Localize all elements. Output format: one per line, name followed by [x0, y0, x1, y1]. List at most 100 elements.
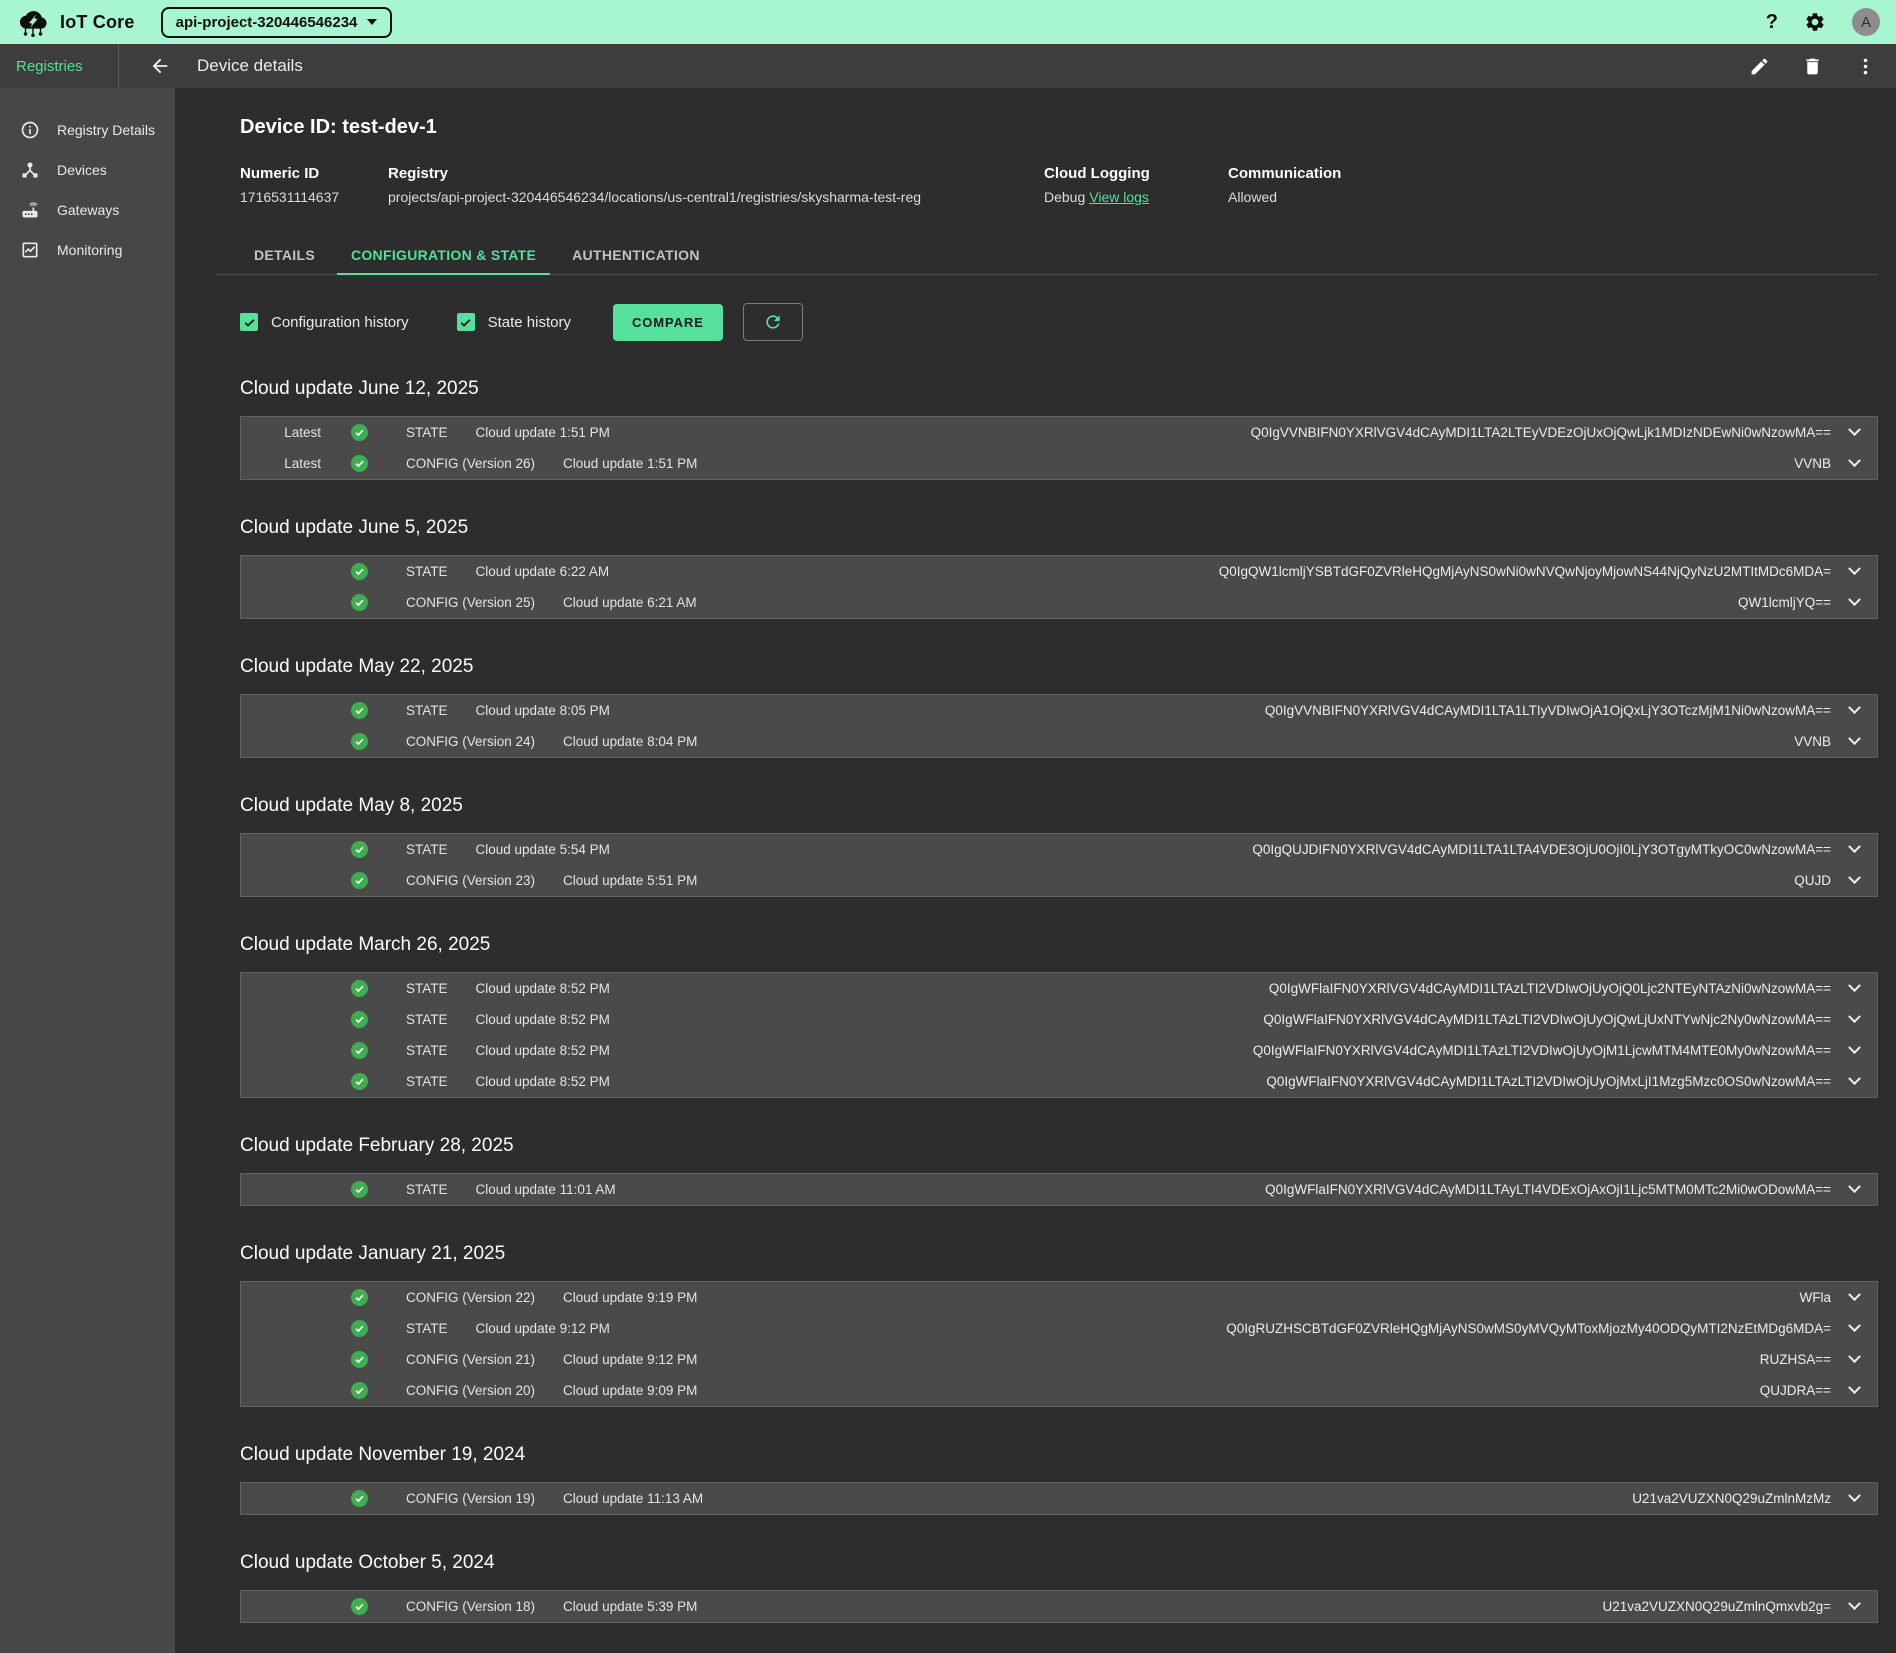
row-type: CONFIG (Version 18): [406, 1599, 535, 1614]
row-time: Cloud update 11:01 AM: [476, 1182, 616, 1197]
help-icon[interactable]: ?: [1766, 11, 1778, 34]
check-circle-icon: [351, 594, 368, 611]
more-vert-icon[interactable]: [1855, 56, 1876, 77]
history-row[interactable]: CONFIG (Version 23) Cloud update 5:51 PM…: [241, 865, 1877, 896]
row-time: Cloud update 11:13 AM: [563, 1491, 703, 1506]
history-row[interactable]: STATE Cloud update 9:12 PM Q0IgRUZHSCBTd…: [241, 1313, 1877, 1344]
expand-chevron-icon[interactable]: [1831, 1077, 1877, 1086]
expand-chevron-icon[interactable]: [1831, 984, 1877, 993]
row-value: QUJD: [1774, 873, 1831, 888]
expand-chevron-icon[interactable]: [1831, 428, 1877, 437]
project-selector[interactable]: api-project-320446546234: [161, 7, 393, 38]
row-type: STATE: [406, 564, 448, 579]
sidebar-item-devices[interactable]: Devices: [0, 150, 175, 190]
cloud-update-section: Cloud update June 5, 2025 STATE Cloud up…: [240, 517, 1878, 619]
app-title: IoT Core: [60, 12, 135, 33]
tab-configuration-state[interactable]: CONFIGURATION & STATE: [337, 235, 550, 275]
history-row[interactable]: CONFIG (Version 22) Cloud update 9:19 PM…: [241, 1282, 1877, 1313]
tab-details[interactable]: DETAILS: [240, 235, 329, 275]
numeric-id-label: Numeric ID: [240, 165, 352, 182]
section-title: Cloud update October 5, 2024: [240, 1552, 1878, 1574]
row-time: Cloud update 1:51 PM: [476, 425, 610, 440]
row-type: STATE: [406, 1043, 448, 1058]
page-title: Device details: [197, 56, 303, 76]
check-circle-icon: [351, 702, 368, 719]
communication-value: Allowed: [1228, 189, 1341, 205]
row-value: QUJDRA==: [1740, 1383, 1831, 1398]
history-row[interactable]: STATE Cloud update 8:52 PM Q0IgWFlaIFN0Y…: [241, 1004, 1877, 1035]
cloud-update-section: Cloud update June 12, 2025 Latest STATE …: [240, 378, 1878, 480]
row-time: Cloud update 8:52 PM: [476, 1074, 610, 1089]
tab-authentication[interactable]: AUTHENTICATION: [558, 235, 714, 275]
row-time: Cloud update 6:21 AM: [563, 595, 697, 610]
expand-chevron-icon[interactable]: [1831, 1355, 1877, 1364]
sidebar-item-label: Registry Details: [57, 122, 155, 138]
expand-chevron-icon[interactable]: [1831, 1293, 1877, 1302]
state-history-checkbox[interactable]: State history: [457, 313, 571, 331]
history-row[interactable]: CONFIG (Version 19) Cloud update 11:13 A…: [241, 1483, 1877, 1514]
delete-trash-icon[interactable]: [1802, 56, 1823, 77]
compare-button[interactable]: COMPARE: [613, 304, 723, 341]
section-title: Cloud update January 21, 2025: [240, 1243, 1878, 1265]
sidebar-item-registry-details[interactable]: Registry Details: [0, 110, 175, 150]
user-avatar[interactable]: A: [1852, 8, 1880, 36]
expand-chevron-icon[interactable]: [1831, 737, 1877, 746]
view-logs-link[interactable]: View logs: [1089, 189, 1149, 205]
settings-gear-icon[interactable]: [1804, 11, 1826, 33]
expand-chevron-icon[interactable]: [1831, 598, 1877, 607]
expand-chevron-icon[interactable]: [1831, 1386, 1877, 1395]
history-row[interactable]: STATE Cloud update 8:52 PM Q0IgWFlaIFN0Y…: [241, 973, 1877, 1004]
section-rows: STATE Cloud update 5:54 PM Q0IgQUJDIFN0Y…: [240, 833, 1878, 897]
expand-chevron-icon[interactable]: [1831, 1494, 1877, 1503]
cloud-update-section: Cloud update May 22, 2025 STATE Cloud up…: [240, 656, 1878, 758]
configuration-history-checkbox[interactable]: Configuration history: [240, 313, 409, 331]
history-row[interactable]: CONFIG (Version 18) Cloud update 5:39 PM…: [241, 1591, 1877, 1622]
expand-chevron-icon[interactable]: [1831, 567, 1877, 576]
history-row[interactable]: STATE Cloud update 8:05 PM Q0IgVVNBIFN0Y…: [241, 695, 1877, 726]
history-row[interactable]: CONFIG (Version 24) Cloud update 8:04 PM…: [241, 726, 1877, 757]
expand-chevron-icon[interactable]: [1831, 1324, 1877, 1333]
checkbox-checked-icon: [457, 313, 475, 331]
sidebar: Registry Details Devices Gateways Monito…: [0, 88, 175, 1653]
history-row[interactable]: STATE Cloud update 11:01 AM Q0IgWFlaIFN0…: [241, 1174, 1877, 1205]
history-row[interactable]: CONFIG (Version 21) Cloud update 9:12 PM…: [241, 1344, 1877, 1375]
registries-nav-link[interactable]: Registries: [0, 58, 118, 75]
sidebar-item-gateways[interactable]: Gateways: [0, 190, 175, 230]
cloud-update-section: Cloud update January 21, 2025 CONFIG (Ve…: [240, 1243, 1878, 1407]
iot-core-page: IoT Core api-project-320446546234 ? A Re…: [0, 0, 1896, 1653]
sidebar-item-monitoring[interactable]: Monitoring: [0, 230, 175, 270]
top-header: IoT Core api-project-320446546234 ? A: [0, 0, 1896, 44]
info-icon: [20, 120, 40, 140]
expand-chevron-icon[interactable]: [1831, 1015, 1877, 1024]
expand-chevron-icon[interactable]: [1831, 706, 1877, 715]
section-rows: CONFIG (Version 18) Cloud update 5:39 PM…: [240, 1590, 1878, 1623]
history-row[interactable]: STATE Cloud update 5:54 PM Q0IgQUJDIFN0Y…: [241, 834, 1877, 865]
section-rows: CONFIG (Version 22) Cloud update 9:19 PM…: [240, 1281, 1878, 1407]
router-icon: [20, 200, 40, 220]
refresh-button[interactable]: [743, 303, 803, 341]
expand-chevron-icon[interactable]: [1831, 1602, 1877, 1611]
action-bar: Registries Device details: [0, 44, 1896, 88]
row-value: Q0IgWFlaIFN0YXRlVGV4dCAyMDI1LTAzLTI2VDIw…: [1246, 1074, 1831, 1089]
check-circle-icon: [351, 1351, 368, 1368]
history-row[interactable]: STATE Cloud update 8:52 PM Q0IgWFlaIFN0Y…: [241, 1035, 1877, 1066]
history-row[interactable]: STATE Cloud update 6:22 AM Q0IgQW1lcmljY…: [241, 556, 1877, 587]
tab-bar: DETAILS CONFIGURATION & STATE AUTHENTICA…: [240, 235, 1878, 275]
edit-pencil-icon[interactable]: [1749, 56, 1770, 77]
row-value: U21va2VUZXN0Q29uZmlnMzMz: [1612, 1491, 1831, 1506]
expand-chevron-icon[interactable]: [1831, 1046, 1877, 1055]
row-value: U21va2VUZXN0Q29uZmlnQmxvb2g=: [1583, 1599, 1831, 1614]
expand-chevron-icon[interactable]: [1831, 459, 1877, 468]
history-row[interactable]: Latest CONFIG (Version 26) Cloud update …: [241, 448, 1877, 479]
expand-chevron-icon[interactable]: [1831, 876, 1877, 885]
row-type: STATE: [406, 703, 448, 718]
history-row[interactable]: CONFIG (Version 20) Cloud update 9:09 PM…: [241, 1375, 1877, 1406]
history-row[interactable]: CONFIG (Version 25) Cloud update 6:21 AM…: [241, 587, 1877, 618]
row-value: Q0IgQW1lcmljYSBTdGF0ZVRleHQgMjAyNS0wNi0w…: [1199, 564, 1831, 579]
history-row[interactable]: STATE Cloud update 8:52 PM Q0IgWFlaIFN0Y…: [241, 1066, 1877, 1097]
expand-chevron-icon[interactable]: [1831, 1185, 1877, 1194]
history-row[interactable]: Latest STATE Cloud update 1:51 PM Q0IgVV…: [241, 417, 1877, 448]
row-time: Cloud update 5:54 PM: [476, 842, 610, 857]
expand-chevron-icon[interactable]: [1831, 845, 1877, 854]
back-arrow-icon[interactable]: [149, 55, 171, 77]
